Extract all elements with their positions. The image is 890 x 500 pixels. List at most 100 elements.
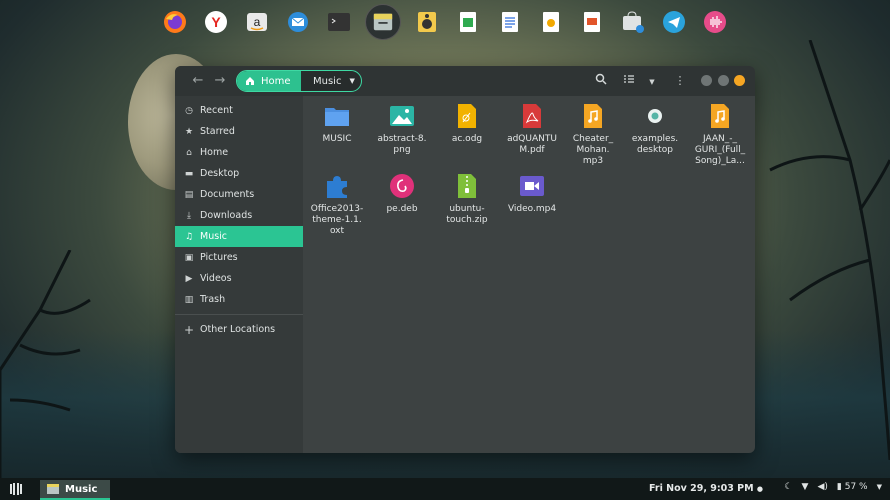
audio-file-icon [584,104,602,128]
puzzle-extension-icon [327,176,347,198]
view-options-chevron-icon[interactable]: ▼ [644,73,660,89]
file-item[interactable]: adQUANTU M.pdf [498,102,566,156]
file-name: Office2013- theme-1.1. oxt [310,204,364,236]
sidebar: ◷ Recent ★ Starred ⌂ Home ▬ Desktop ▤ Do… [175,96,303,453]
file-name: ac.odg [451,134,483,144]
app-menu-icon[interactable] [8,481,24,497]
sidebar-item-label: Starred [200,126,235,137]
yandex-icon[interactable]: Y [201,7,231,37]
taskbar-item-label: Music [65,483,98,495]
audio-file-icon [711,104,729,128]
store-icon[interactable] [618,7,648,37]
zip-archive-icon [458,174,476,198]
files-icon[interactable] [365,4,402,40]
file-name: examples. desktop [631,134,679,155]
volume-icon[interactable]: ◀) [817,482,827,492]
firefox-icon[interactable] [160,7,190,37]
file-item[interactable]: examples. desktop [621,102,689,156]
file-name: abstract-8. png [377,134,427,155]
file-item[interactable]: Cheater_ Mohan. mp3 [559,102,627,167]
sidebar-item-label: Other Locations [200,324,276,335]
file-item[interactable]: Video.mp4 [498,172,566,215]
waveform-icon[interactable] [700,7,730,37]
file-item[interactable]: Office2013- theme-1.1. oxt [303,172,371,237]
night-mode-icon[interactable]: ☾ [784,482,792,492]
file-name: ubuntu- touch.zip [446,204,488,225]
sidebar-item-downloads[interactable]: ⤓ Downloads [175,205,303,226]
battery-indicator[interactable]: ▮ 57 % [837,482,868,492]
home-icon: ⌂ [186,147,192,158]
sidebar-divider [175,314,303,315]
sidebar-item-trash[interactable]: ▥ Trash [175,289,303,310]
maximize-icon[interactable] [718,75,729,86]
menu-icon[interactable]: ⋮ [672,73,688,89]
path-home-button[interactable]: Home [237,71,301,91]
sidebar-item-label: Pictures [200,252,238,263]
telegram-icon[interactable] [659,7,689,37]
dock: Y a [160,4,730,40]
system-tray: ☾ ▼ ◀) ▮ 57 % ▼ [784,482,882,492]
spreadsheet-icon[interactable] [453,7,483,37]
file-item[interactable]: JAAN_-_ GURI_(Full_ Song)_La... [686,102,754,167]
sidebar-item-label: Home [200,147,229,158]
list-view-icon[interactable] [621,73,637,89]
music-icon: ♫ [184,231,194,242]
sidebar-item-label: Recent [200,105,233,116]
file-name: Video.mp4 [507,204,557,214]
file-item[interactable]: MUSIC [303,102,371,145]
svg-text:a: a [254,15,261,29]
plus-icon: + [184,322,195,337]
tree-silhouette [0,250,91,480]
notification-dot-icon: ● [756,485,764,493]
sidebar-item-videos[interactable]: ▶ Videos [175,268,303,289]
draw-icon[interactable] [536,7,566,37]
speaker-icon[interactable] [412,7,442,37]
file-item[interactable]: pe.deb [368,172,436,215]
sidebar-item-starred[interactable]: ★ Starred [175,121,303,142]
sidebar-item-documents[interactable]: ▤ Documents [175,184,303,205]
file-grid: MUSIC abstract-8. png ac.odg adQUANTU M.… [303,96,755,453]
sidebar-item-label: Videos [200,273,232,284]
file-item[interactable]: abstract-8. png [368,102,436,156]
trash-icon: ▥ [184,294,194,305]
sidebar-item-pictures[interactable]: ▣ Pictures [175,247,303,268]
sidebar-item-home[interactable]: ⌂ Home [175,142,303,163]
document-icon[interactable] [495,7,525,37]
power-menu-chevron-icon[interactable]: ▼ [877,483,882,491]
file-item[interactable]: ubuntu- touch.zip [433,172,501,226]
clock[interactable]: Fri Nov 29, 9:03 PM ● [649,483,763,494]
mail-icon[interactable] [283,7,313,37]
file-item[interactable]: ac.odg [433,102,501,145]
sidebar-item-other-locations[interactable]: + Other Locations [175,319,303,340]
sidebar-item-music[interactable]: ♫ Music [175,226,303,247]
download-icon: ⤓ [187,210,191,221]
bottom-panel: Music Fri Nov 29, 9:03 PM ● ☾ ▼ ◀) ▮ 57 … [0,478,890,500]
clock-text: Fri Nov 29, 9:03 PM [649,483,754,494]
sidebar-item-label: Downloads [200,210,253,221]
file-name: pe.deb [386,204,418,214]
wifi-icon[interactable]: ▼ [802,482,809,492]
file-manager-window: ← → Home Music ▼ ▼ ⋮ ◷ Recent ★ Starred … [175,66,755,453]
path-current-label: Music [313,75,342,87]
close-icon[interactable] [734,75,745,86]
battery-percent: 57 % [844,482,868,492]
amazon-icon[interactable]: a [242,7,272,37]
presentation-icon[interactable] [577,7,607,37]
documents-icon: ▤ [184,189,194,200]
pathbar: Home Music ▼ [236,70,362,92]
sidebar-item-recent[interactable]: ◷ Recent [175,100,303,121]
forward-icon[interactable]: → [212,73,228,89]
path-current-button[interactable]: Music ▼ [301,71,361,91]
sidebar-item-label: Music [200,231,228,242]
file-name: JAAN_-_ GURI_(Full_ Song)_La... [694,134,746,166]
file-name: adQUANTU M.pdf [507,134,557,155]
svg-text:Y: Y [211,14,221,30]
minimize-icon[interactable] [701,75,712,86]
terminal-icon[interactable] [324,7,354,37]
taskbar-item-music[interactable]: Music [40,480,110,500]
back-icon[interactable]: ← [190,73,206,89]
search-icon[interactable] [593,73,609,89]
file-name: Cheater_ Mohan. mp3 [572,134,614,166]
sidebar-item-desktop[interactable]: ▬ Desktop [175,163,303,184]
path-home-label: Home [261,75,291,87]
